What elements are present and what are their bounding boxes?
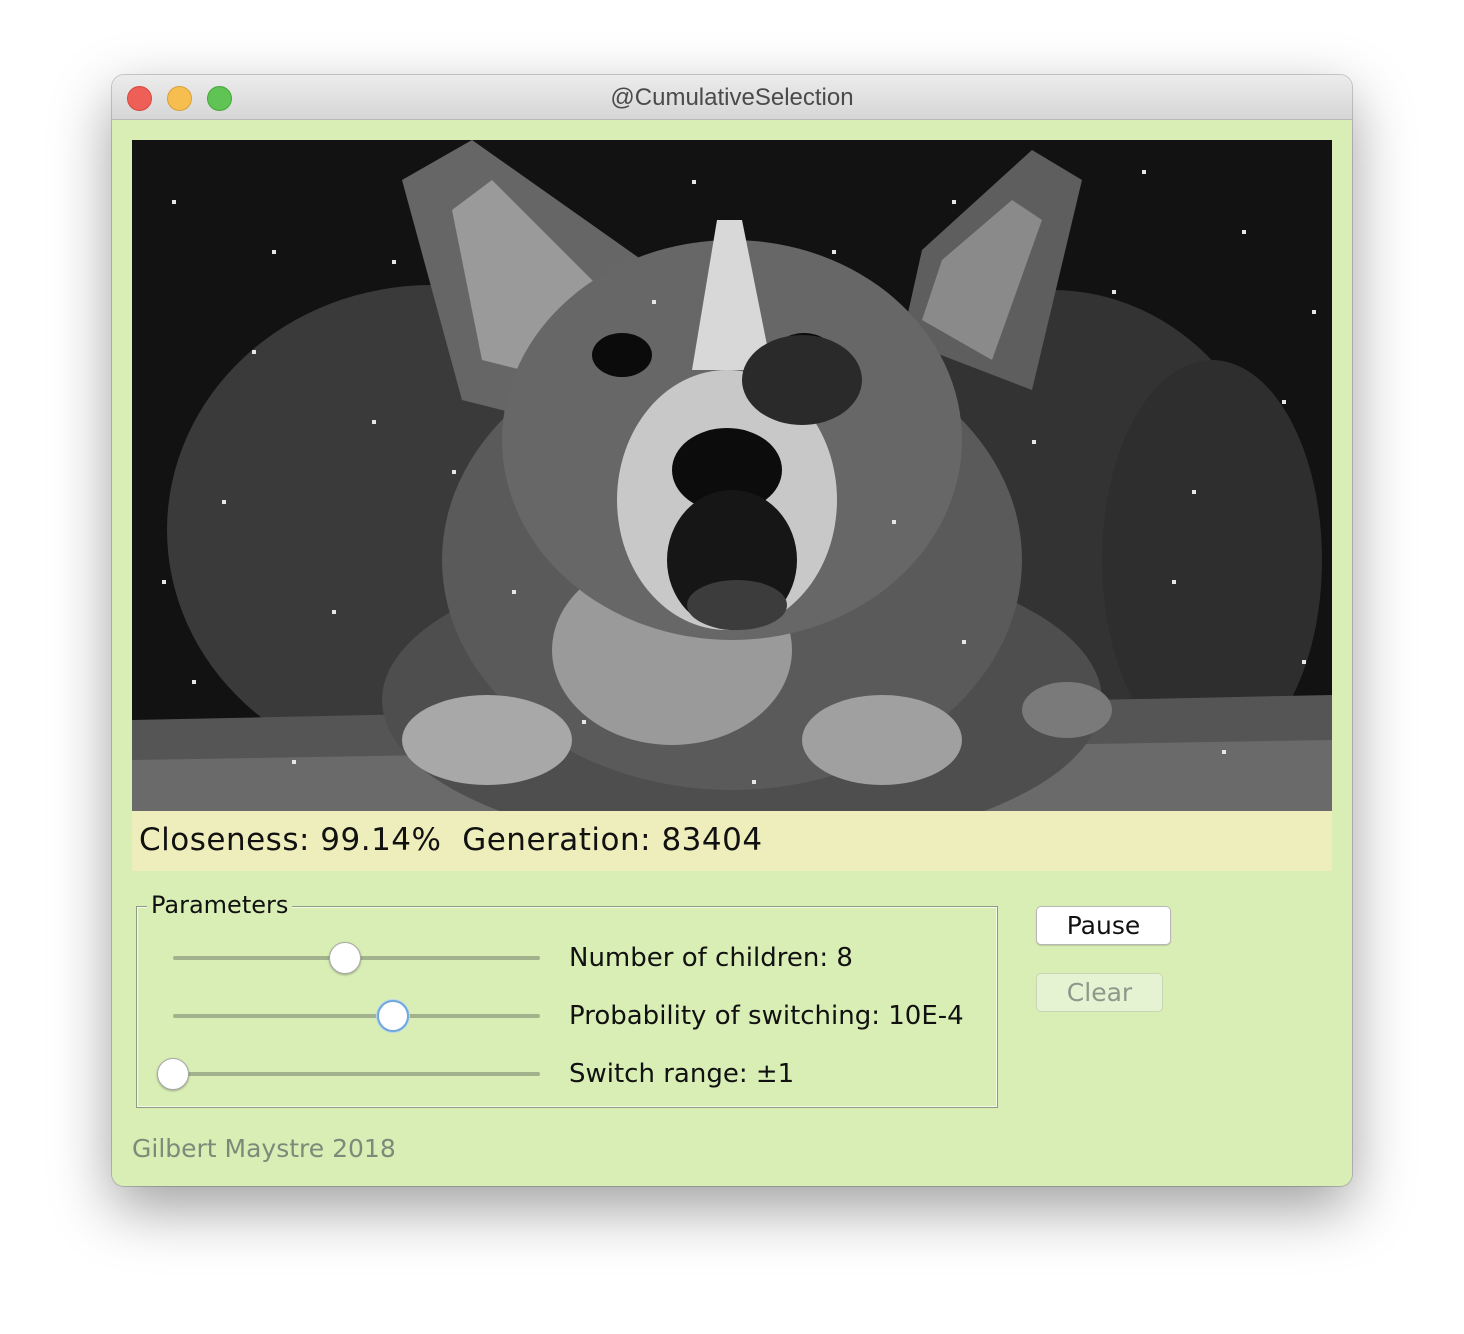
- generation-label: Generation:: [462, 822, 652, 858]
- parameters-panel: Parameters Number of children: 8 Probabi…: [136, 891, 998, 1108]
- probability-slider-row: Probability of switching: 10E-4: [137, 995, 997, 1035]
- evolved-image-canvas: [132, 140, 1332, 811]
- status-bar: Closeness: 99.14% Generation: 83404: [132, 811, 1332, 871]
- window-title: @CumulativeSelection: [610, 84, 854, 111]
- range-slider-thumb[interactable]: [157, 1058, 189, 1090]
- title-bar[interactable]: @CumulativeSelection: [112, 75, 1352, 120]
- probability-slider-label: Probability of switching: 10E-4: [569, 1001, 964, 1031]
- pause-button[interactable]: Pause: [1036, 906, 1171, 945]
- probability-slider-track[interactable]: [173, 1014, 540, 1018]
- closeness-value: 99.14%: [320, 822, 442, 858]
- app-window: @CumulativeSelection Closeness: 99.14% G…: [112, 75, 1352, 1186]
- children-slider-thumb[interactable]: [329, 942, 362, 974]
- children-slider-label: Number of children: 8: [569, 943, 853, 973]
- generation-value: 83404: [661, 822, 763, 858]
- author-credit: Gilbert Maystre 2018: [132, 1134, 396, 1163]
- main-content: Closeness: 99.14% Generation: 83404 Para…: [112, 120, 1352, 1186]
- range-slider-row: Switch range: ±1: [137, 1053, 997, 1093]
- range-slider-label: Switch range: ±1: [569, 1059, 795, 1089]
- parameters-legend: Parameters: [147, 891, 293, 919]
- range-slider-track[interactable]: [173, 1072, 540, 1076]
- probability-slider-thumb[interactable]: [377, 1000, 410, 1032]
- children-slider-row: Number of children: 8: [137, 937, 997, 977]
- corgi-image: [132, 140, 1332, 811]
- clear-button[interactable]: Clear: [1036, 973, 1163, 1012]
- closeness-label: Closeness:: [139, 822, 310, 858]
- status-line: Closeness: 99.14% Generation: 83404: [139, 822, 763, 858]
